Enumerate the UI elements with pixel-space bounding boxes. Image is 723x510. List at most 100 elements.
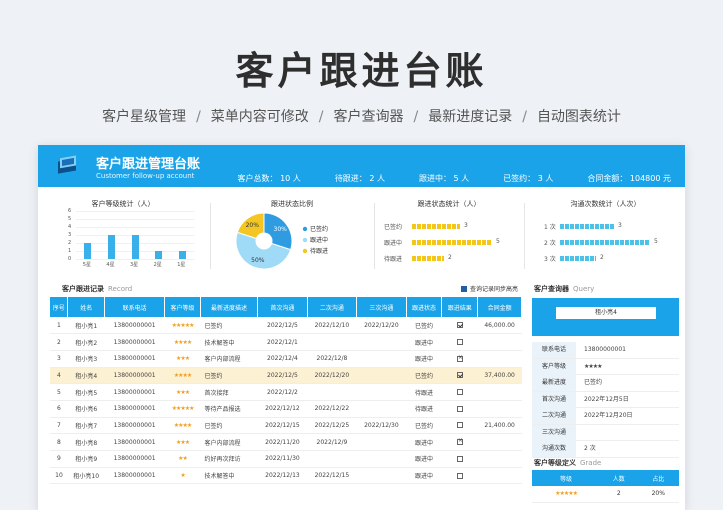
database-icon [58,155,76,174]
grade-bar [131,235,139,259]
table-cell: ★★ [164,450,201,468]
result-checkbox[interactable] [456,422,463,429]
table-cell [441,433,478,451]
legend-label: 跟进中 [310,236,328,244]
records-title: 客户跟进记录 Record [62,285,133,293]
result-checkbox[interactable] [456,339,463,346]
table-cell: 7 [50,417,68,435]
table-cell: 2022/12/5 [257,317,308,335]
table-row[interactable]: 9 租小亮9 13800000001 ★★ 约好再次拜访 2022/11/30 跟进中 [50,450,522,468]
table-row[interactable]: 4 租小亮4 13800000001 ★★★★ 已签约 2022/12/5 2022/12/… [50,367,522,385]
hbar-value: 3 [464,222,468,229]
pie-label: 20% [246,222,260,229]
column-header[interactable]: 二次沟通 [307,297,358,317]
table-cell: 21,400.00 [477,417,522,435]
table-cell [477,400,522,418]
table-row[interactable]: 8 租小亮8 13800000001 ★★★ 客户内部流程 2022/11/20 2022/… [50,433,522,451]
table-cell [441,333,478,351]
table-cell: 2022/12/12 [257,400,308,418]
hbar [560,256,596,261]
column-header[interactable]: 客户等级 [164,297,201,317]
table-cell: ★ [164,467,201,485]
table-cell: 13800000001 [104,433,165,451]
table-cell [441,317,478,335]
table-row[interactable]: 7 租小亮7 13800000001 ★★★★ 已签约 2022/12/15 2022/12… [50,417,522,435]
table-cell: 租小亮7 [67,417,105,435]
column-header[interactable]: 最新进度描述 [200,297,259,317]
star-rating: ★ [180,472,185,480]
result-checkbox[interactable] [456,405,463,412]
column-header[interactable]: 合同金额 [477,297,522,317]
column-header[interactable]: 序号 [50,297,69,317]
table-cell [441,450,478,468]
table-cell [356,383,407,401]
table-cell: 2022/12/1 [257,333,308,351]
table-cell [356,433,407,451]
column-header[interactable]: 首次沟通 [257,297,308,317]
result-checkbox[interactable] [456,455,463,462]
table-cell [441,383,478,401]
column-header[interactable]: 三次沟通 [356,297,407,317]
ledger-banner: 客户跟进管理台账 Customer follow-up account 客户总数… [38,145,685,187]
column-header[interactable]: 姓名 [67,297,106,317]
hbar-label: 2 次 [544,240,556,247]
table-cell: 2022/12/22 [307,400,357,418]
checkbox-icon[interactable] [460,285,467,292]
result-checkbox[interactable] [456,437,463,446]
table-cell: 2022/12/25 [307,417,357,435]
table-cell [441,467,478,485]
grade-bar [107,235,115,259]
table-cell: 8 [50,433,68,451]
grade-x-label: 1星 [177,262,186,268]
table-cell [477,467,522,485]
result-checkbox[interactable] [456,354,463,362]
feature-separator: / [318,109,324,125]
column-header[interactable]: 联系电话 [104,297,166,317]
table-cell: 46,000.00 [477,317,522,335]
table-row[interactable]: 3 租小亮3 13800000001 ★★★ 客户内部流程 2022/12/4 2022/1… [50,350,522,368]
result-checkbox[interactable] [456,322,463,329]
table-cell: 跟进中 [406,467,442,485]
star-rating: ★★★★ [173,371,192,379]
column-header[interactable]: 跟进结果 [441,297,479,317]
hbar-value: 5 [654,238,658,245]
pie-label: 50% [251,257,265,264]
table-row[interactable]: 6 租小亮6 13800000001 ★★★★★ 等待产品报选 2022/12/12 202… [50,400,522,418]
result-checkbox[interactable] [456,372,463,379]
table-cell: 2022/12/8 [307,350,357,368]
feature-separator: / [413,109,419,125]
query-row: 三次沟通 [532,424,679,441]
table-cell: 2022/11/30 [257,450,308,468]
column-header[interactable]: 跟进状态 [406,297,443,317]
result-checkbox[interactable] [456,472,463,479]
table-row[interactable]: 5 租小亮5 13800000001 ★★★ 首次接拜 2022/12/2 待跟进 [50,383,522,401]
query-value: ★★★★ [584,362,602,370]
sync-highlight-toggle[interactable]: 查询记录同步高亮 [460,284,518,293]
feature-separator: / [522,109,527,125]
query-row: 最新进度 已签约 [532,375,679,392]
ledger-title: 客户跟进管理台账 [96,157,201,172]
table-cell [441,367,478,385]
table-cell: 3 [50,350,68,368]
feature-item: 最新进度记录 [428,109,513,125]
table-cell [356,450,407,468]
table-row[interactable]: 10 租小亮10 13800000001 ★ 技术解答中 2022/12/13 2022/1… [50,467,522,485]
table-cell: 2022/12/15 [257,417,308,435]
table-cell: 约好再次拜访 [200,450,258,468]
query-title: 客户查询器 Query [534,285,595,293]
result-checkbox[interactable] [456,389,463,396]
table-cell: 跟进中 [406,350,442,368]
pie-label: 30% [274,226,288,233]
query-key: 客户等级 [532,358,576,375]
star-rating: ★★★ [175,438,190,446]
table-cell: 跟进中 [406,450,442,468]
legend-swatch [302,248,308,254]
table-cell: 5 [50,383,68,401]
table-cell: 9 [50,450,68,468]
query-input[interactable]: 租小亮4 [556,307,656,319]
table-row[interactable]: 2 租小亮2 13800000001 ★★★★ 技术解答中 2022/12/1 跟进中 [50,333,522,351]
status-count-chart: 跟进状态统计（人） 已签约 3 跟进中 5 待跟进 2 [376,193,522,275]
table-cell: ★★★ [164,350,201,368]
table-cell: 等待产品报选 [200,400,258,418]
table-row[interactable]: 1 租小亮1 13800000001 ★★★★★ 已签约 2022/12/5 2022/12… [50,317,522,335]
